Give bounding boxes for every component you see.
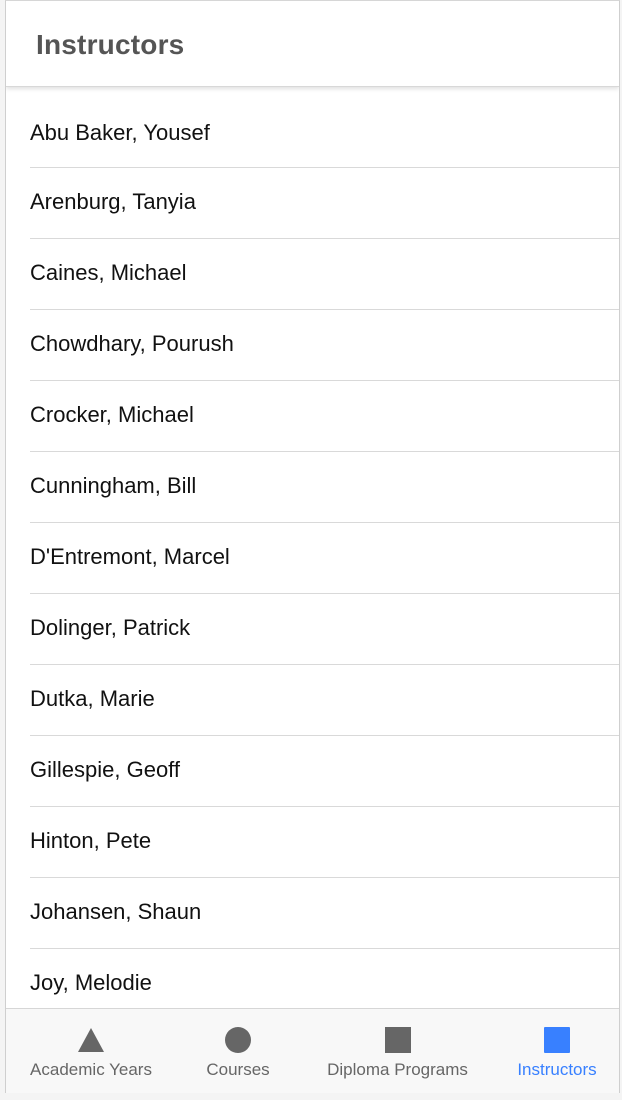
list-item[interactable]: Joy, Melodie xyxy=(30,949,619,1008)
tab-diploma-programs[interactable]: Diploma Programs xyxy=(300,1009,495,1093)
list-item[interactable]: Dutka, Marie xyxy=(30,665,619,736)
tab-label: Courses xyxy=(206,1060,270,1079)
tab-label: Instructors xyxy=(517,1060,597,1079)
instructor-name: Crocker, Michael xyxy=(30,402,194,427)
instructor-name: Cunningham, Bill xyxy=(30,473,197,498)
instructor-name: Dolinger, Patrick xyxy=(30,615,191,640)
square-icon xyxy=(544,1027,570,1053)
triangle-icon xyxy=(78,1028,104,1052)
tab-academic-years[interactable]: Academic Years xyxy=(6,1009,176,1093)
list-item[interactable]: Arenburg, Tanyia xyxy=(30,168,619,239)
list-item[interactable]: Hinton, Pete xyxy=(30,807,619,878)
list-item[interactable]: Abu Baker, Yousef xyxy=(30,87,619,168)
tab-bar: Academic Years Courses Diploma Programs … xyxy=(6,1008,619,1093)
instructor-name: Hinton, Pete xyxy=(30,828,152,853)
instructor-name: Gillespie, Geoff xyxy=(30,757,181,782)
page-title: Instructors xyxy=(36,29,185,60)
list-item[interactable]: Caines, Michael xyxy=(30,239,619,310)
list-item[interactable]: Chowdhary, Pourush xyxy=(30,310,619,381)
instructor-name: Abu Baker, Yousef xyxy=(30,120,210,145)
instructor-name: D'Entremont, Marcel xyxy=(30,544,230,569)
tab-label: Academic Years xyxy=(30,1060,152,1079)
instructor-name: Chowdhary, Pourush xyxy=(30,331,234,356)
tab-courses[interactable]: Courses xyxy=(176,1009,300,1093)
app-frame: Instructors Abu Baker, Yousef Arenburg, … xyxy=(5,0,620,1093)
instructor-name: Caines, Michael xyxy=(30,260,187,285)
list-item[interactable]: Gillespie, Geoff xyxy=(30,736,619,807)
circle-icon xyxy=(225,1027,251,1053)
list-item[interactable]: Johansen, Shaun xyxy=(30,878,619,949)
instructor-name: Arenburg, Tanyia xyxy=(30,189,196,214)
instructor-name: Joy, Melodie xyxy=(30,970,152,995)
list-item[interactable]: Crocker, Michael xyxy=(30,381,619,452)
tab-label: Diploma Programs xyxy=(327,1060,468,1079)
instructor-list[interactable]: Abu Baker, Yousef Arenburg, Tanyia Caine… xyxy=(6,87,619,1008)
toolbar: Instructors xyxy=(6,1,619,87)
tab-instructors[interactable]: Instructors xyxy=(495,1009,619,1093)
instructor-name: Dutka, Marie xyxy=(30,686,155,711)
instructor-name: Johansen, Shaun xyxy=(30,899,202,924)
list-item[interactable]: D'Entremont, Marcel xyxy=(30,523,619,594)
list-item[interactable]: Dolinger, Patrick xyxy=(30,594,619,665)
square-icon xyxy=(384,1027,411,1053)
list-item[interactable]: Cunningham, Bill xyxy=(30,452,619,523)
